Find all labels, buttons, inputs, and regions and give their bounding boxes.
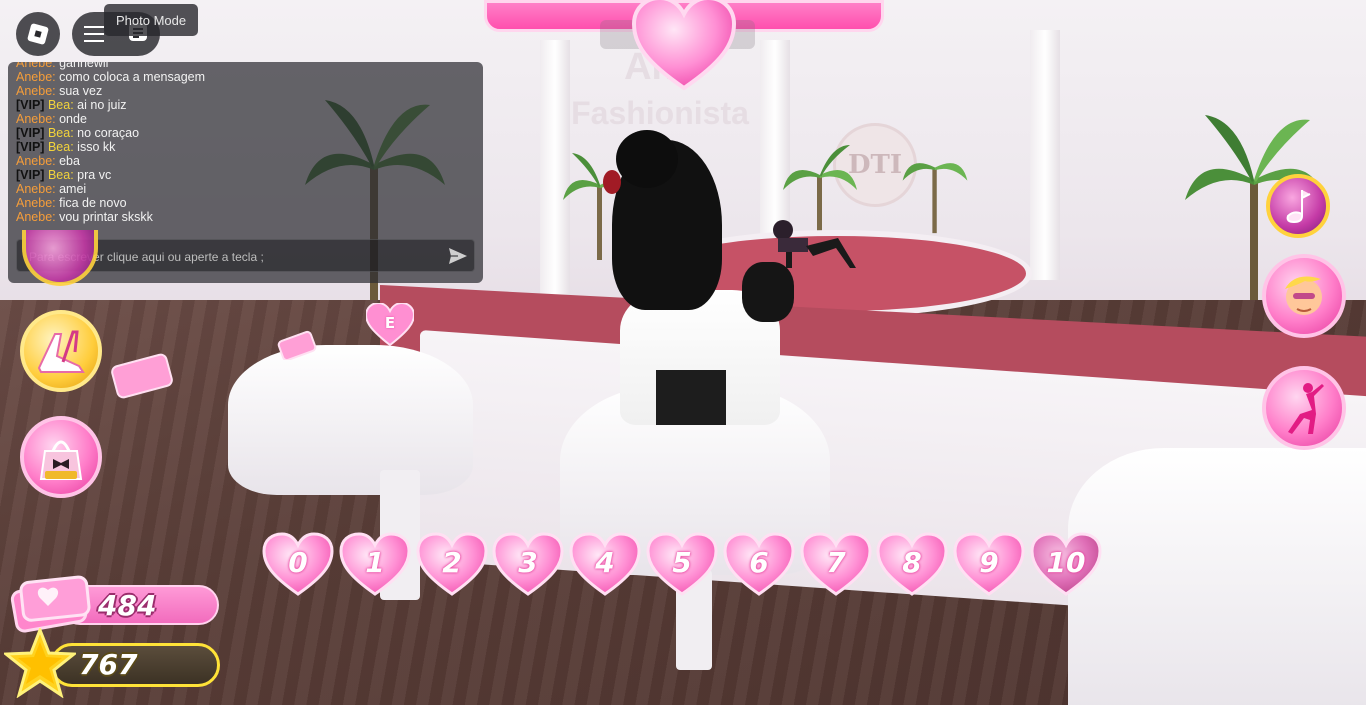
- rating-heart-label: 7: [826, 546, 846, 579]
- codes-button[interactable]: [20, 416, 102, 498]
- chat-message: Anebe: sua vez: [16, 84, 476, 98]
- chat-message: Anebe: onde: [16, 112, 476, 126]
- vip-tag: [VIP]: [16, 140, 45, 154]
- chat-text: pra vc: [77, 168, 112, 182]
- chat-text: como coloca a mensagem: [59, 70, 206, 84]
- pose-button[interactable]: [1262, 366, 1346, 450]
- vip-tag: [VIP]: [16, 126, 45, 140]
- rating-heart-2[interactable]: 2: [416, 532, 488, 596]
- chat-username[interactable]: Bea:: [48, 126, 74, 140]
- chat-username[interactable]: Anebe:: [16, 84, 56, 98]
- chat-message: [VIP] Bea: no coraçao: [16, 126, 476, 140]
- rating-heart-label: 10: [1046, 546, 1086, 579]
- avatar-arm: [742, 262, 794, 322]
- rating-heart-8[interactable]: 8: [876, 532, 948, 596]
- rating-hearts: 0 1 2 3 4 5 6 7 8 9 10: [262, 532, 1106, 596]
- chat-message: Anebe: eba: [16, 154, 476, 168]
- arch-subtitle: Fashionista: [571, 95, 749, 131]
- chat-text: amei: [59, 182, 87, 196]
- rating-heart-6[interactable]: 6: [723, 532, 795, 596]
- chat-message-list: Anebe: ganhewii Anebe: como coloca a mens…: [16, 62, 476, 224]
- chat-message: Anebe: vou printar skskk: [16, 210, 476, 224]
- roblox-logo-icon: [27, 23, 49, 45]
- chat-username[interactable]: Anebe:: [16, 154, 56, 168]
- chat-username[interactable]: Anebe:: [16, 112, 56, 126]
- avatar-icon: [1285, 276, 1322, 315]
- rating-heart-7[interactable]: 7: [800, 532, 872, 596]
- hamburger-menu-icon[interactable]: [83, 26, 104, 42]
- rating-heart-label: 9: [979, 546, 999, 579]
- chat-text: fica de novo: [59, 196, 127, 210]
- vip-tag: [VIP]: [16, 98, 45, 112]
- rating-heart-label: 2: [442, 546, 462, 579]
- chat-message: [VIP] Bea: pra vc: [16, 168, 476, 182]
- chat-text: isso kk: [77, 140, 116, 154]
- chat-username[interactable]: Anebe:: [16, 210, 56, 224]
- rating-heart-10[interactable]: 10: [1030, 532, 1102, 596]
- ticket-icon: [10, 575, 91, 633]
- chat-message: [VIP] Bea: ai no juiz: [16, 98, 476, 112]
- pillar: [1030, 30, 1060, 280]
- shoes-icon: [37, 330, 85, 373]
- chat-username[interactable]: Bea:: [48, 168, 74, 182]
- rating-heart-label: 5: [672, 546, 692, 579]
- chat-message: Anebe: fica de novo: [16, 196, 476, 210]
- chat-username[interactable]: Anebe:: [16, 196, 56, 210]
- chat-text: sua vez: [59, 84, 103, 98]
- chat-message: Anebe: amei: [16, 182, 476, 196]
- music-icon: [1286, 190, 1311, 224]
- model-avatar: [773, 220, 856, 268]
- chat-text: ganhewii: [59, 62, 109, 70]
- chat-username[interactable]: Anebe:: [16, 182, 56, 196]
- ticket-decor-icon: [277, 330, 317, 360]
- rating-heart-4[interactable]: 4: [569, 532, 641, 596]
- chat-text: onde: [59, 112, 87, 126]
- tickets-count: 484: [98, 589, 157, 622]
- shoes-shop-button[interactable]: [20, 310, 102, 392]
- music-button[interactable]: [1266, 174, 1330, 238]
- star-icon: [4, 628, 76, 698]
- vip-tag: [VIP]: [16, 168, 45, 182]
- rating-heart-label: 8: [902, 546, 922, 579]
- chat-text: no coraçao: [77, 126, 140, 140]
- chat-message: Anebe: como coloca a mensagem: [16, 70, 476, 84]
- rating-heart-label: 3: [518, 546, 538, 579]
- chat-text: ai no juiz: [77, 98, 127, 112]
- stars-count: 767: [79, 648, 138, 681]
- ticket-decor-icon: [111, 353, 173, 399]
- rating-heart-5[interactable]: 5: [646, 532, 718, 596]
- rating-heart-label: 6: [749, 546, 769, 579]
- chat-username[interactable]: Anebe:: [16, 62, 56, 70]
- rating-heart-label: 0: [288, 546, 308, 579]
- chat-text: eba: [59, 154, 80, 168]
- rating-heart-label: 1: [365, 546, 385, 579]
- hair-bow: [603, 170, 621, 194]
- rating-heart-3[interactable]: 3: [492, 532, 564, 596]
- chat-message: [VIP] Bea: isso kk: [16, 140, 476, 154]
- palm-plant: [902, 163, 968, 234]
- chat-message: Anebe: ganhewii: [16, 62, 476, 70]
- interact-key-label: E: [384, 314, 396, 332]
- rating-heart-9[interactable]: 9: [953, 532, 1025, 596]
- chat-username[interactable]: Bea:: [48, 98, 74, 112]
- chair: [228, 345, 473, 495]
- chat-text: vou printar skskk: [59, 210, 153, 224]
- bag-icon: [39, 440, 83, 480]
- photo-mode-tooltip: Photo Mode: [104, 4, 199, 36]
- pose-icon: [1288, 383, 1324, 434]
- roblox-menu-button[interactable]: [16, 12, 60, 56]
- chat-username[interactable]: Anebe:: [16, 70, 56, 84]
- chat-username[interactable]: Bea:: [48, 140, 74, 154]
- send-icon[interactable]: [448, 246, 468, 266]
- rating-heart-0[interactable]: 0: [262, 532, 334, 596]
- rating-heart-1[interactable]: 1: [339, 532, 411, 596]
- top-heart-icon: [632, 0, 736, 91]
- avatar-editor-button[interactable]: [1262, 254, 1346, 338]
- rating-heart-label: 4: [595, 546, 615, 579]
- chair: [1068, 448, 1366, 705]
